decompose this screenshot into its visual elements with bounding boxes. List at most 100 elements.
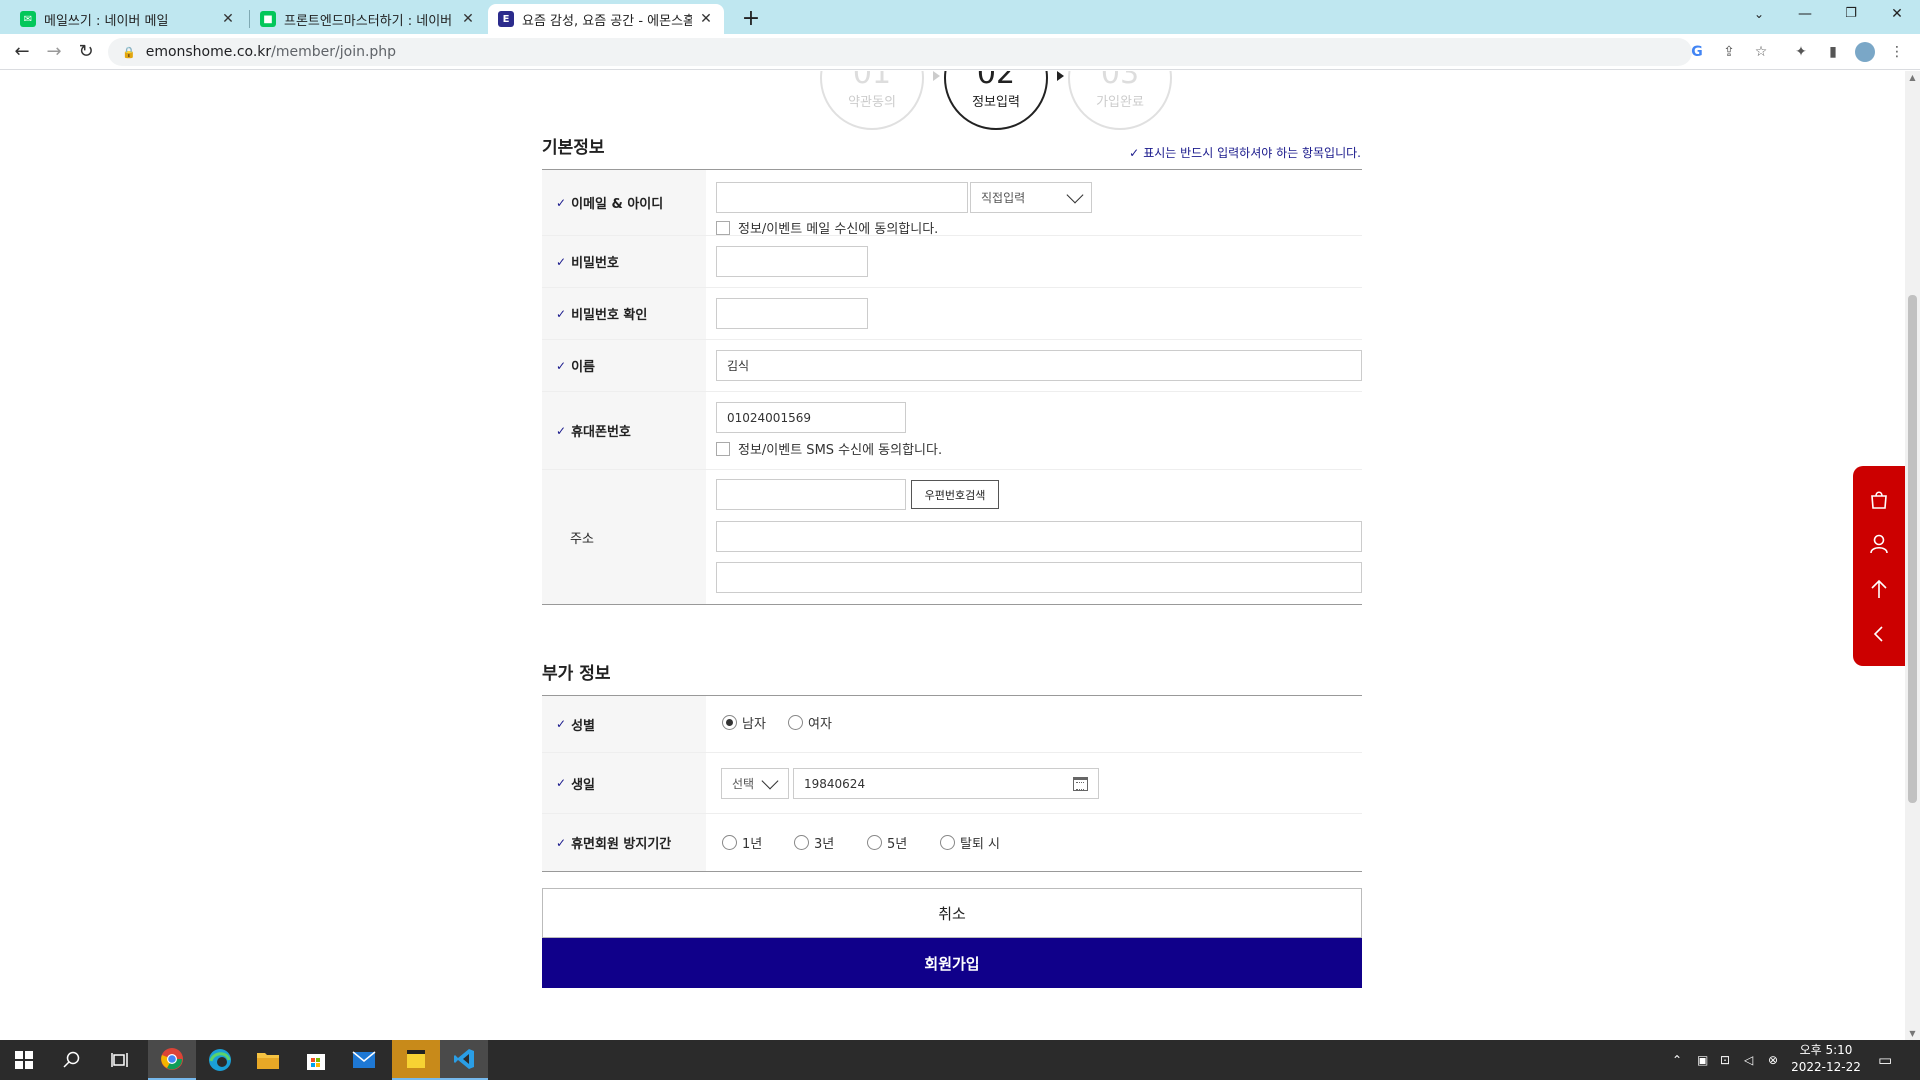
join-steps: 01 약관동의 02 정보입력 03 가입완료 <box>820 71 1180 130</box>
password-confirm-input[interactable] <box>716 298 868 329</box>
gender-option-label: 여자 <box>808 717 832 732</box>
sticky-notes-icon[interactable] <box>392 1040 440 1080</box>
naver-mail-favicon-icon: ✉ <box>20 11 36 27</box>
password-confirm-label-text: 비밀번호 확인 <box>571 308 648 323</box>
email-domain-select[interactable]: 직접입력 <box>970 182 1092 213</box>
tab-naver-cafe[interactable]: ■ 프론트엔드마스터하기 : 네이버 ✕ <box>250 4 486 34</box>
scrollbar-thumb[interactable] <box>1908 295 1917 803</box>
profile-avatar[interactable] <box>1852 38 1878 66</box>
vscode-icon[interactable] <box>440 1040 488 1080</box>
extensions-icon[interactable]: ✦ <box>1788 38 1814 66</box>
required-check-icon: ✓ <box>556 835 567 850</box>
tab-emonshome[interactable]: E 요즘 감성, 요즘 공간 - 에몬스홈 ✕ <box>488 4 724 34</box>
phone-input[interactable]: 01024001569 <box>716 402 906 433</box>
forward-icon[interactable]: → <box>40 38 68 66</box>
dormant-1y-radio[interactable]: 1년 <box>722 833 762 852</box>
scroll-down-icon[interactable]: ▼ <box>1905 1029 1920 1038</box>
shopping-bag-icon[interactable] <box>1853 484 1905 514</box>
tab-naver-mail[interactable]: ✉ 메일쓰기 : 네이버 메일 ✕ <box>10 4 246 34</box>
dormant-label: ✓ 휴면회원 방지기간 <box>542 814 706 871</box>
close-tab-icon[interactable]: ✕ <box>220 11 236 27</box>
dormant-5y-radio[interactable]: 5년 <box>867 833 907 852</box>
system-clock[interactable]: 오후 5:10 2022-12-22 <box>1788 1042 1864 1076</box>
reload-icon[interactable]: ↻ <box>72 38 100 66</box>
password-input[interactable] <box>716 246 868 277</box>
calendar-icon[interactable] <box>1073 777 1088 791</box>
required-check-icon: ✓ <box>556 195 567 210</box>
email-input[interactable] <box>716 182 968 213</box>
edge-taskbar-icon[interactable] <box>196 1040 244 1080</box>
tray-chevron-up-icon[interactable]: ⌃ <box>1672 1040 1682 1080</box>
store-icon[interactable] <box>292 1040 340 1080</box>
restore-icon[interactable]: ❐ <box>1828 0 1874 30</box>
arrow-up-icon[interactable] <box>1853 574 1905 604</box>
close-window-icon[interactable]: ✕ <box>1874 0 1920 30</box>
meet-now-icon[interactable]: ▣ <box>1697 1040 1708 1080</box>
birthday-type-select[interactable]: 선택 <box>721 768 789 799</box>
required-check-icon: ✓ <box>556 717 567 731</box>
cancel-button[interactable]: 취소 <box>542 888 1362 938</box>
dormant-3y-radio[interactable]: 3년 <box>794 833 834 852</box>
close-tab-icon[interactable]: ✕ <box>698 11 714 27</box>
dormant-option-label: 3년 <box>814 837 835 852</box>
required-check-icon: ✓ <box>556 776 567 790</box>
address-row: 주소 우편번호검색 <box>542 470 1362 604</box>
address-line1-input[interactable] <box>716 521 1362 552</box>
minimize-icon[interactable]: — <box>1782 0 1828 30</box>
extra-info-table: ✓ 성별 남자 여자 ✓ 생일 선택 19840624 ✓ 휴면회원 방지기간 … <box>542 695 1362 872</box>
notification-badge-icon[interactable]: ⊗ <box>1768 1040 1778 1080</box>
dormant-option-label: 5년 <box>887 837 908 852</box>
search-icon[interactable] <box>48 1040 96 1080</box>
address-line2-input[interactable] <box>716 562 1362 593</box>
scroll-up-icon[interactable]: ▲ <box>1905 73 1920 82</box>
dormant-withdraw-radio[interactable]: 탈퇴 시 <box>940 833 1000 852</box>
address-bar[interactable]: 🔒 emonshome.co.kr/member/join.php <box>108 38 1692 66</box>
file-explorer-icon[interactable] <box>244 1040 292 1080</box>
page-scrollbar[interactable]: ▲ ▼ <box>1905 71 1920 1040</box>
gender-male-radio[interactable]: 남자 <box>722 713 766 732</box>
required-note: ✓ 표시는 반드시 입력하셔야 하는 항목입니다. <box>1129 144 1361 161</box>
network-icon[interactable]: ⊡ <box>1720 1040 1730 1080</box>
gender-label: ✓ 성별 <box>542 696 706 752</box>
email-consent-checkbox[interactable]: 정보/이벤트 메일 수신에 동의합니다. <box>716 218 938 237</box>
share-icon[interactable]: ⇪ <box>1716 38 1742 66</box>
join-button[interactable]: 회원가입 <box>542 938 1362 988</box>
birthday-row: ✓ 생일 선택 19840624 <box>542 753 1362 814</box>
windows-start-icon[interactable] <box>0 1040 48 1080</box>
sms-consent-checkbox[interactable]: 정보/이벤트 SMS 수신에 동의합니다. <box>716 439 942 458</box>
naver-cafe-favicon-icon: ■ <box>260 11 276 27</box>
volume-muted-icon[interactable]: ◁ <box>1744 1040 1753 1080</box>
radio-icon <box>722 835 737 850</box>
email-label-text: 이메일 & 아이디 <box>571 197 664 212</box>
close-tab-icon[interactable]: ✕ <box>460 11 476 27</box>
side-panel-icon[interactable]: ▮ <box>1820 38 1846 66</box>
action-center-icon[interactable]: ▭ <box>1878 1040 1892 1080</box>
lock-icon: 🔒 <box>122 45 136 59</box>
new-tab-button[interactable]: + <box>737 5 765 33</box>
chrome-taskbar-icon[interactable] <box>148 1040 196 1080</box>
task-view-icon[interactable] <box>96 1040 144 1080</box>
zipcode-input[interactable] <box>716 479 906 510</box>
step-terms: 01 약관동의 <box>820 71 924 130</box>
name-row: ✓ 이름 김식 <box>542 340 1362 392</box>
radio-icon <box>788 715 803 730</box>
email-row: ✓ 이메일 & 아이디 직접입력 정보/이벤트 메일 수신에 동의합니다. <box>542 170 1362 237</box>
dormant-row: ✓ 휴면회원 방지기간 1년 3년 5년 탈퇴 시 <box>542 814 1362 871</box>
birthday-input[interactable]: 19840624 <box>793 768 1099 799</box>
zipcode-search-button[interactable]: 우편번호검색 <box>911 480 999 509</box>
basic-info-title: 기본정보 <box>542 138 605 158</box>
gender-female-radio[interactable]: 여자 <box>788 713 832 732</box>
chevron-left-icon[interactable] <box>1853 619 1905 649</box>
phone-label-text: 휴대폰번호 <box>571 425 631 440</box>
mail-icon[interactable] <box>340 1040 388 1080</box>
step-label: 정보입력 <box>972 95 1020 110</box>
step-info-input: 02 정보입력 <box>944 71 1048 130</box>
tab-search-icon[interactable]: ⌄ <box>1736 0 1782 30</box>
user-icon[interactable] <box>1853 529 1905 559</box>
back-icon[interactable]: ← <box>8 38 36 66</box>
name-input[interactable]: 김식 <box>716 350 1362 381</box>
google-icon[interactable]: G <box>1684 38 1710 66</box>
bookmark-star-icon[interactable]: ☆ <box>1748 38 1774 66</box>
menu-icon[interactable]: ⋮ <box>1884 38 1910 66</box>
basic-info-table: ✓ 이메일 & 아이디 직접입력 정보/이벤트 메일 수신에 동의합니다. ✓ 비밀… <box>542 169 1362 605</box>
